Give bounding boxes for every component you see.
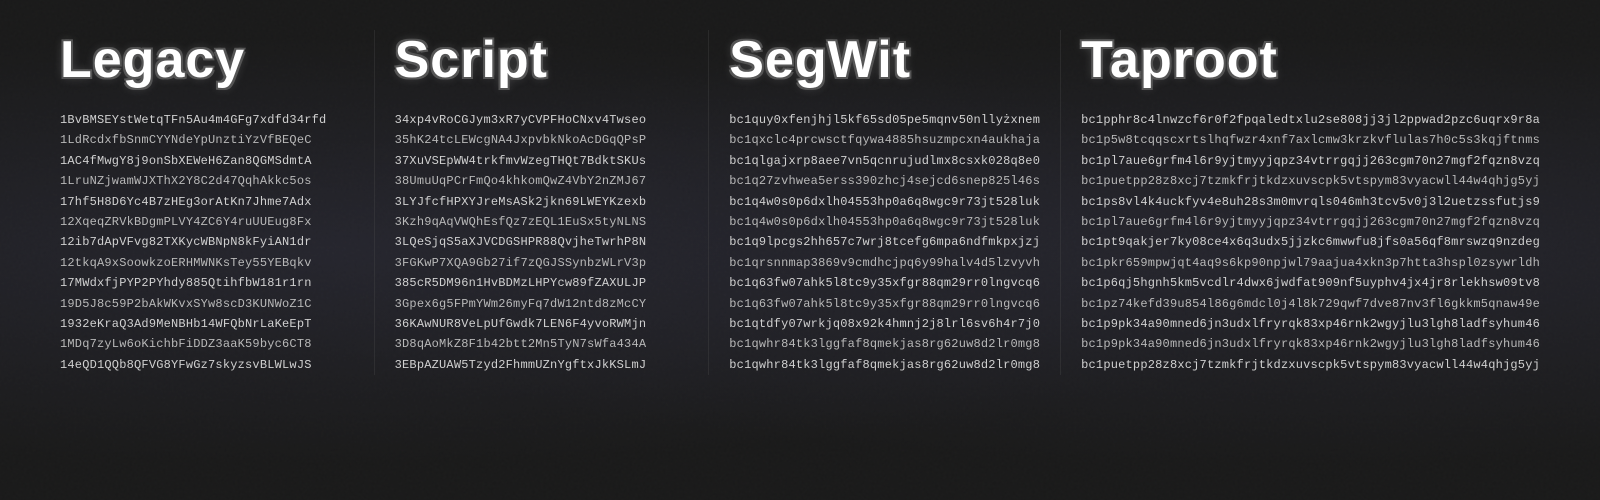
address-item[interactable]: 1BvBMSEYstWetqTFn5Au4m4GFg7xdfd34rfd bbox=[60, 110, 354, 130]
address-item[interactable]: 14eQD1QQb8QFVG8YFwGz7skyzsvBLWLwJS bbox=[60, 355, 354, 375]
address-item[interactable]: bc1puetpp28z8xcj7tzmkfrjtkdzxuvscpk5vtsp… bbox=[1081, 355, 1540, 375]
address-item[interactable]: bc1puetpp28z8xcj7tzmkfrjtkdzxuvscpk5vtsp… bbox=[1081, 171, 1540, 191]
address-item[interactable]: 17hf5H8D6Yc4B7zHEg3orAtKn7Jhme7Adx bbox=[60, 192, 354, 212]
address-item[interactable]: 12XqeqZRVkBDgmPLVY4ZC6Y4ruUUEug8Fx bbox=[60, 212, 354, 232]
address-item[interactable]: 3EBpAZUAW5Tzyd2FhmmUZnYgftxJkKSLmJ bbox=[395, 355, 689, 375]
address-item[interactable]: bc1q4w0s0p6dxlh04553hp0a6q8wgc9r73jt528l… bbox=[729, 212, 1040, 232]
address-item[interactable]: bc1q9lpcgs2hh657c7wrj8tcefg6mpa6ndfmkpxj… bbox=[729, 232, 1040, 252]
address-item[interactable]: 385cR5DM96n1HvBDMzLHPYcw89fZAXULJP bbox=[395, 273, 689, 293]
address-item[interactable]: bc1qxclc4prcwsctfqywa4885hsuzmpcxn4aukha… bbox=[729, 130, 1040, 150]
address-item[interactable]: bc1q27zvhwea5erss390zhcj4sejcd6snep825l4… bbox=[729, 171, 1040, 191]
address-item[interactable]: bc1pl7aue6grfm4l6r9yjtmyyjqpz34vtrrgqjj2… bbox=[1081, 212, 1540, 232]
address-item[interactable]: bc1q63fw07ahk5l8tc9y35xfgr88qm29rr0lngvc… bbox=[729, 273, 1040, 293]
address-item[interactable]: bc1pphr8c4lnwzcf6r0f2fpqaledtxlu2se808jj… bbox=[1081, 110, 1540, 130]
address-item[interactable]: 3Gpex6g5FPmYWm26myFq7dW12ntd8zMcCY bbox=[395, 294, 689, 314]
address-item[interactable]: 19D5J8c59P2bAkWKvxSYw8scD3KUNWoZ1C bbox=[60, 294, 354, 314]
address-item[interactable]: bc1quy0xfenjhjl5kf65sd05pe5mqnv50nllyżxn… bbox=[729, 110, 1040, 130]
address-item[interactable]: bc1pl7aue6grfm4l6r9yjtmyyjqpz34vtrrgqjj2… bbox=[1081, 151, 1540, 171]
address-item[interactable]: bc1pt9qakjer7ky08ce4x6q3udx5jjzkc6mwwfu8… bbox=[1081, 232, 1540, 252]
address-item[interactable]: bc1qlgajxrp8aee7vn5qcnrujudlmx8csxk028q8… bbox=[729, 151, 1040, 171]
address-item[interactable]: bc1q63fw07ahk5l8tc9y35xfgr88qm29rr0lngvc… bbox=[729, 294, 1040, 314]
address-item[interactable]: 3Kzh9qAqVWQhEsfQz7zEQL1EuSx5tyNLNS bbox=[395, 212, 689, 232]
column-taproot: Taproot bc1pphr8c4lnwzcf6r0f2fpqaledtxlu2… bbox=[1061, 30, 1560, 375]
address-item[interactable]: 12ib7dApVFvg82TXKycWBNpN8kFyiAN1dr bbox=[60, 232, 354, 252]
address-item[interactable]: bc1pkr659mpwjqt4aq9s6kp90npjwl79aajua4xk… bbox=[1081, 253, 1540, 273]
address-item[interactable]: 3LQeSjqS5aXJVCDGSHPR88QvjheTwrhP8N bbox=[395, 232, 689, 252]
header-script: Script bbox=[395, 30, 689, 90]
column-legacy: Legacy 1BvBMSEYstWetqTFn5Au4m4GFg7xdfd34r… bbox=[40, 30, 375, 375]
address-list-script: 34xp4vRoCGJym3xR7yCVPFHoCNxv4Twseo35hK24… bbox=[395, 110, 689, 375]
column-script: Script 34xp4vRoCGJym3xR7yCVPFHoCNxv4Twseo… bbox=[375, 30, 710, 375]
address-item[interactable]: 35hK24tcLEWcgNA4JxpvbkNkoAcDGqQPsP bbox=[395, 130, 689, 150]
address-item[interactable]: 1932eKraQ3Ad9MeNBHb14WFQbNrLaKeEpT bbox=[60, 314, 354, 334]
address-item[interactable]: 3FGKwP7XQA9Gb27if7zQGJSSynbzWLrV3p bbox=[395, 253, 689, 273]
address-item[interactable]: 1LruNZjwamWJXThX2Y8C2d47QqhAkkc5os bbox=[60, 171, 354, 191]
address-item[interactable]: 38UmuUqPCrFmQo4khkomQwZ4VbY2nZMJ67 bbox=[395, 171, 689, 191]
address-item[interactable]: 17MWdxfjPYP2PYhdy885QtihfbW181r1rn bbox=[60, 273, 354, 293]
address-item[interactable]: 3LYJfcfHPXYJreMsASk2jkn69LWEYKzexb bbox=[395, 192, 689, 212]
address-item[interactable]: bc1p9pk34a90mned6jn3udxlfryrqk83xp46rnk2… bbox=[1081, 334, 1540, 354]
address-item[interactable]: bc1qtdfy07wrkjq08x92k4hmnj2j8lrl6sv6h4r7… bbox=[729, 314, 1040, 334]
address-item[interactable]: bc1p9pk34a90mned6jn3udxlfryrqk83xp46rnk2… bbox=[1081, 314, 1540, 334]
address-item[interactable]: bc1qwhr84tk3lggfaf8qmekjas8rg62uw8d2lr0m… bbox=[729, 355, 1040, 375]
address-item[interactable]: 36KAwNUR8VeLpUfGwdk7LEN6F4yvoRWMjn bbox=[395, 314, 689, 334]
address-item[interactable]: 1AC4fMwgY8j9onSbXEWeH6Zan8QGMSdmtA bbox=[60, 151, 354, 171]
address-item[interactable]: 1LdRcdxfbSnmCYYNdeYpUnztiYzVfBEQeC bbox=[60, 130, 354, 150]
address-list-segwit: bc1quy0xfenjhjl5kf65sd05pe5mqnv50nllyżxn… bbox=[729, 110, 1040, 375]
header-segwit: SegWit bbox=[729, 30, 1040, 90]
address-item[interactable]: bc1p6qj5hgnh5km5vcdlr4dwx6jwdfat909nf5uy… bbox=[1081, 273, 1540, 293]
address-item[interactable]: 34xp4vRoCGJym3xR7yCVPFHoCNxv4Twseo bbox=[395, 110, 689, 130]
address-item[interactable]: 3D8qAoMkZ8F1b42btt2Mn5TyN7sWfa434A bbox=[395, 334, 689, 354]
address-item[interactable]: bc1qrsnnmap3869v9cmdhcjpq6y99halv4d5lzvy… bbox=[729, 253, 1040, 273]
header-legacy: Legacy bbox=[60, 30, 354, 90]
address-item[interactable]: bc1q4w0s0p6dxlh04553hp0a6q8wgc9r73jt528l… bbox=[729, 192, 1040, 212]
address-item[interactable]: bc1p5w8tcqqscxrtslhqfwzr4xnf7axlcmw3krzk… bbox=[1081, 130, 1540, 150]
address-item[interactable]: bc1ps8vl4k4uckfyv4e8uh28s3m0mvrqls046mh3… bbox=[1081, 192, 1540, 212]
header-taproot: Taproot bbox=[1081, 30, 1540, 90]
address-item[interactable]: bc1qwhr84tk3lggfaf8qmekjas8rg62uw8d2lr0m… bbox=[729, 334, 1040, 354]
column-segwit: SegWit bc1quy0xfenjhjl5kf65sd05pe5mqnv50n… bbox=[709, 30, 1061, 375]
address-item[interactable]: 37XuVSEpWW4trkfmvWzegTHQt7BdktSKUs bbox=[395, 151, 689, 171]
address-item[interactable]: 1MDq7zyLw6oKichbFiDDZ3aaK59byc6CT8 bbox=[60, 334, 354, 354]
main-container: Legacy 1BvBMSEYstWetqTFn5Au4m4GFg7xdfd34r… bbox=[0, 0, 1600, 405]
address-item[interactable]: bc1pz74kefd39u854l86g6mdcl0j4l8k729qwf7d… bbox=[1081, 294, 1540, 314]
address-list-legacy: 1BvBMSEYstWetqTFn5Au4m4GFg7xdfd34rfd1LdR… bbox=[60, 110, 354, 375]
address-item[interactable]: 12tkqA9xSoowkzoERHMWNKsTey55YEBqkv bbox=[60, 253, 354, 273]
address-list-taproot: bc1pphr8c4lnwzcf6r0f2fpqaledtxlu2se808jj… bbox=[1081, 110, 1540, 375]
